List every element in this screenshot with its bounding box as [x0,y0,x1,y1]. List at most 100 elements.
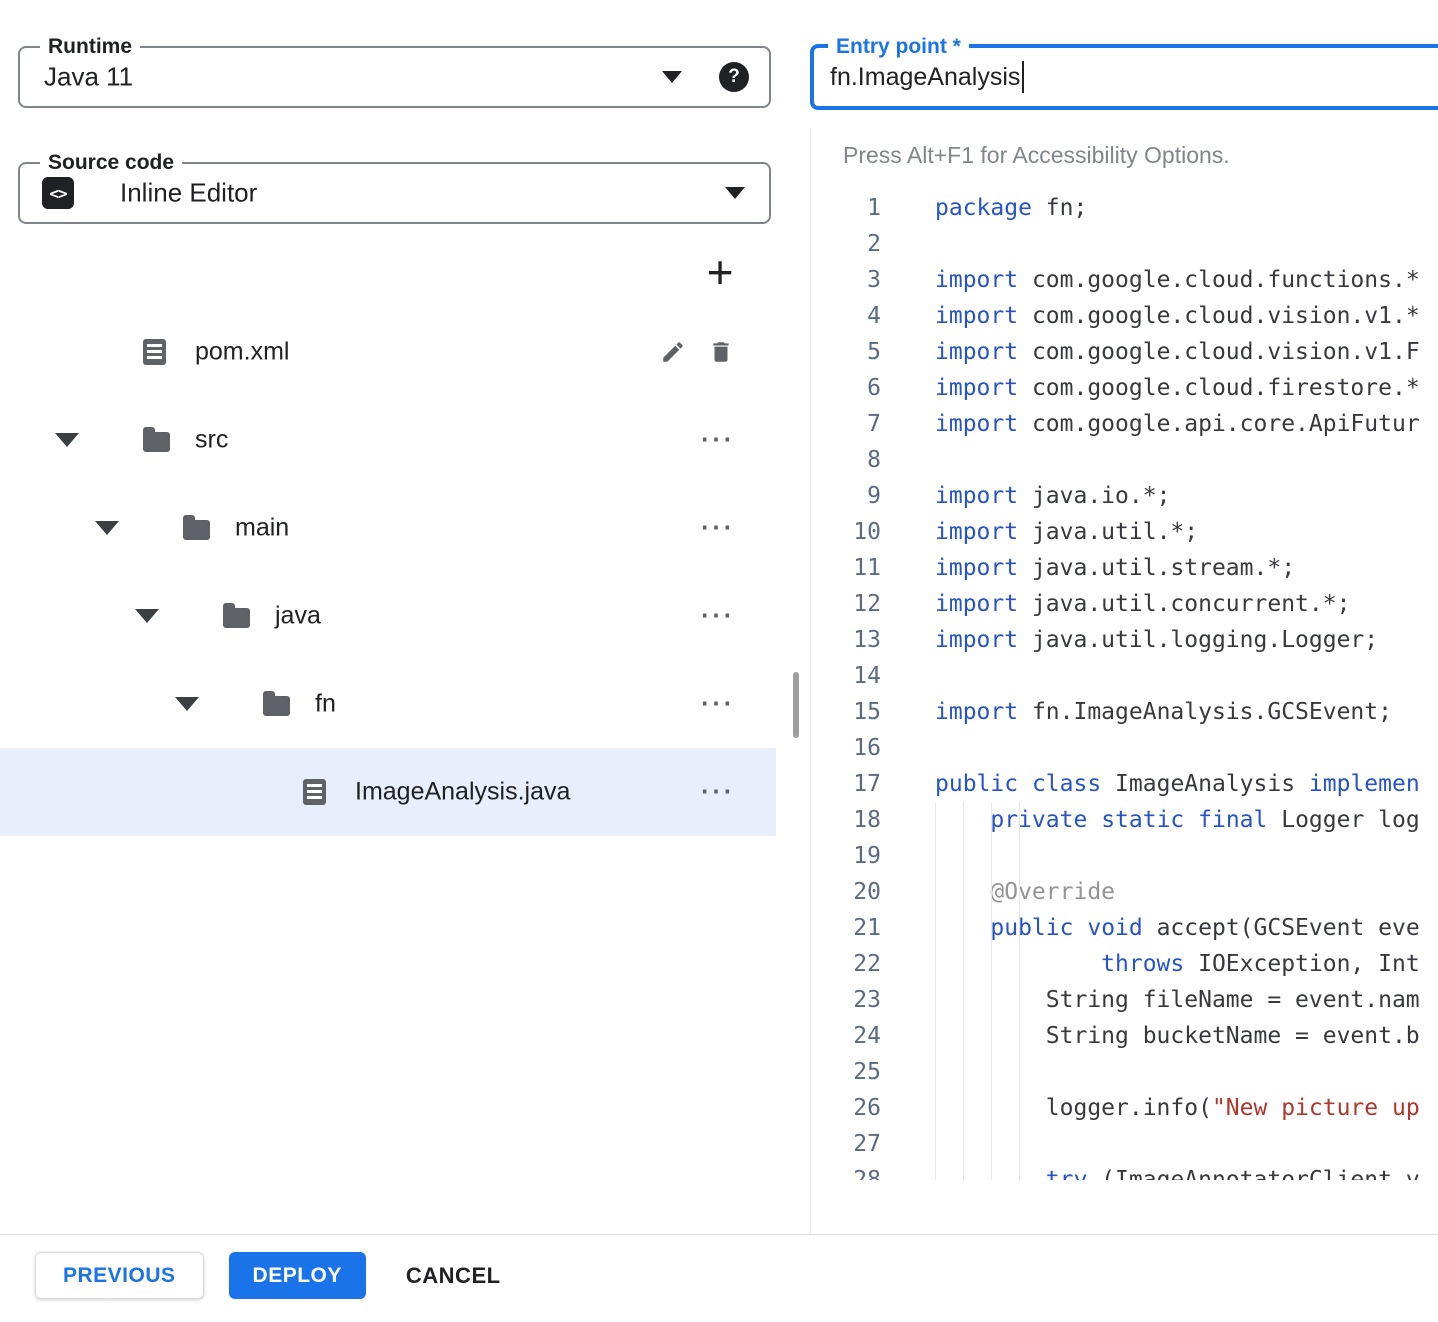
more-options-icon[interactable]: ⋯ [699,784,734,801]
file-tree: pom.xmlsrc⋯main⋯java⋯fn⋯ImageAnalysis.ja… [0,308,776,836]
code-line[interactable]: 13import java.util.logging.Logger; [812,622,1438,658]
more-options-icon[interactable]: ⋯ [699,432,734,449]
code-line[interactable]: 18 private static final Logger log [812,802,1438,838]
more-options-icon[interactable]: ⋯ [699,608,734,625]
code-line[interactable]: 8 [812,442,1438,478]
line-number: 23 [812,982,881,1018]
tree-item-label: main [235,514,289,543]
source-code-label: Source code [40,150,182,176]
code-line[interactable]: 17public class ImageAnalysis implemen [812,766,1438,802]
tree-row-fn[interactable]: fn ⋯ [0,660,776,748]
code-line[interactable]: 14 [812,658,1438,694]
runtime-select[interactable]: Runtime Java 11 ? [18,46,771,108]
code-line[interactable]: 11import java.util.stream.*; [812,550,1438,586]
folder-icon [223,608,250,628]
line-number: 9 [812,478,881,514]
tree-item-label: java [275,602,321,631]
more-options-icon[interactable]: ⋯ [699,520,734,537]
code-line[interactable]: 12import java.util.concurrent.*; [812,586,1438,622]
line-number: 16 [812,730,881,766]
tree-row-main[interactable]: main ⋯ [0,484,776,572]
deploy-button[interactable]: DEPLOY [229,1252,366,1299]
indent-guide [935,802,936,1180]
code-line[interactable]: 5import com.google.cloud.vision.v1.F [812,334,1438,370]
code-line[interactable]: 26 logger.info("New picture up [812,1090,1438,1126]
indent-guide [963,802,964,1180]
line-number: 13 [812,622,881,658]
tree-row-src[interactable]: src⋯ [0,396,776,484]
code-line[interactable]: 21 public void accept(GCSEvent eve [812,910,1438,946]
add-file-button[interactable]: + [698,250,742,294]
line-number: 14 [812,658,881,694]
code-line[interactable]: 15import fn.ImageAnalysis.GCSEvent; [812,694,1438,730]
line-number: 28 [812,1162,881,1180]
code-line[interactable]: 27 [812,1126,1438,1162]
line-number: 5 [812,334,881,370]
code-line[interactable]: 28 try (ImageAnnotatorClient v [812,1162,1438,1180]
file-icon [303,779,326,805]
code-line[interactable]: 24 String bucketName = event.b [812,1018,1438,1054]
file-icon [143,339,166,365]
code-line[interactable]: 16 [812,730,1438,766]
line-number: 11 [812,550,881,586]
code-editor-icon: <> [42,177,74,209]
line-number: 2 [812,226,881,262]
line-number: 20 [812,874,881,910]
tree-row-pom.xml[interactable]: pom.xml [0,308,776,396]
tree-row-ImageAnalysis.java[interactable]: ImageAnalysis.java ⋯ [0,748,776,836]
source-code-select[interactable]: Source code <> Inline Editor [18,162,771,224]
help-icon[interactable]: ? [719,62,749,92]
panel-divider [810,128,811,1234]
line-number: 6 [812,370,881,406]
scrollbar-thumb[interactable] [793,672,799,738]
code-line[interactable]: 19 [812,838,1438,874]
code-line[interactable]: 1package fn; [812,190,1438,226]
tree-row-java[interactable]: java ⋯ [0,572,776,660]
code-line[interactable]: 23 String fileName = event.nam [812,982,1438,1018]
code-line[interactable]: 9import java.io.*; [812,478,1438,514]
dropdown-caret-icon[interactable] [725,187,745,199]
folder-icon [263,696,290,716]
runtime-label: Runtime [40,34,140,60]
code-line[interactable]: 7import com.google.api.core.ApiFutur [812,406,1438,442]
code-line[interactable]: 2 [812,226,1438,262]
action-bar: PREVIOUS DEPLOY CANCEL [35,1252,501,1299]
tree-item-label: ImageAnalysis.java [355,778,570,807]
line-number: 3 [812,262,881,298]
line-number: 21 [812,910,881,946]
entry-point-input[interactable]: Entry point * fn.ImageAnalysis [810,44,1438,110]
more-options-icon[interactable]: ⋯ [699,696,734,713]
accessibility-hint: Press Alt+F1 for Accessibility Options. [843,142,1230,169]
line-number: 22 [812,946,881,982]
bottom-divider [0,1234,1438,1235]
line-number: 25 [812,1054,881,1090]
code-line[interactable]: 4import com.google.cloud.vision.v1.* [812,298,1438,334]
code-line[interactable]: 6import com.google.cloud.firestore.* [812,370,1438,406]
delete-icon[interactable] [708,339,734,365]
entry-point-label: Entry point * [828,34,969,60]
tree-item-label: pom.xml [195,338,289,367]
code-line[interactable]: 22 throws IOException, Int [812,946,1438,982]
edit-icon[interactable] [660,339,686,365]
expand-caret-icon[interactable] [95,521,119,535]
runtime-value: Java 11 [44,62,133,93]
line-number: 18 [812,802,881,838]
code-line[interactable]: 25 [812,1054,1438,1090]
expand-caret-icon[interactable] [175,697,199,711]
line-number: 17 [812,766,881,802]
expand-caret-icon[interactable] [135,609,159,623]
folder-icon [183,520,210,540]
expand-caret-icon[interactable] [55,433,79,447]
code-line[interactable]: 3import com.google.cloud.functions.* [812,262,1438,298]
line-number: 27 [812,1126,881,1162]
indent-guide [1019,802,1020,1180]
code-line[interactable]: 20 @Override [812,874,1438,910]
dropdown-caret-icon[interactable] [662,71,682,83]
code-line[interactable]: 10import java.util.*; [812,514,1438,550]
line-number: 24 [812,1018,881,1054]
tree-item-label: fn [315,690,336,719]
previous-button[interactable]: PREVIOUS [35,1252,204,1299]
cancel-button[interactable]: CANCEL [406,1263,501,1289]
code-editor[interactable]: Press Alt+F1 for Accessibility Options. … [812,130,1438,1180]
code-lines: 1package fn;23import com.google.cloud.fu… [812,190,1438,1180]
